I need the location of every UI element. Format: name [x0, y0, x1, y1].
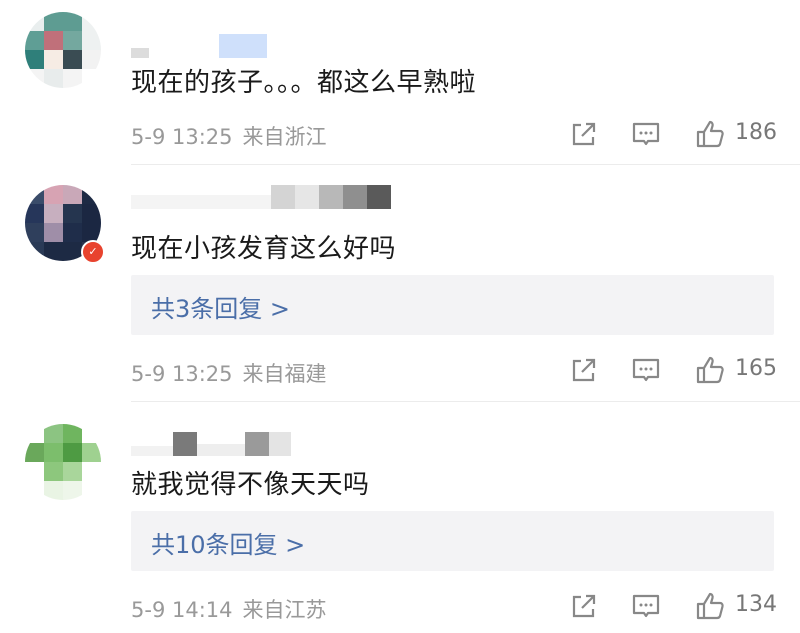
comment-text: 现在的孩子。。。都这么早熟啦	[131, 68, 477, 98]
comment-date: 5-9 13:25	[131, 125, 233, 149]
share-icon[interactable]	[568, 118, 600, 150]
verified-badge-icon: ✓	[81, 240, 105, 264]
comment-actions: 186	[568, 118, 788, 150]
thumbs-up-icon[interactable]	[694, 354, 726, 386]
comment-meta: 5-9 13:25 来自浙江	[131, 121, 327, 151]
username-redacted[interactable]	[131, 432, 291, 456]
like-count: 165	[735, 356, 777, 381]
like-count: 134	[735, 592, 777, 617]
comment-item: ✓ 现在小孩发育这么好吗 共3条回复 > 5-9 13:25 来自福建 165	[0, 165, 800, 402]
view-replies-button[interactable]: 共10条回复 >	[131, 511, 774, 571]
comment-icon[interactable]	[630, 354, 662, 386]
thumbs-up-icon[interactable]	[694, 118, 726, 150]
comment-actions: 165	[568, 354, 788, 386]
comment-date: 5-9 13:25	[131, 362, 233, 386]
username-redacted[interactable]	[131, 34, 267, 58]
avatar[interactable]	[25, 12, 101, 88]
comment-date: 5-9 14:14	[131, 598, 233, 622]
comment-icon[interactable]	[630, 118, 662, 150]
comment-meta: 5-9 13:25 来自福建	[131, 358, 327, 388]
replies-label: 共3条回复 >	[151, 295, 291, 323]
comment-meta: 5-9 14:14 来自江苏	[131, 594, 327, 624]
avatar-mosaic	[25, 424, 101, 500]
like-count: 186	[735, 120, 777, 145]
comment-location: 来自浙江	[242, 125, 327, 149]
replies-label: 共10条回复 >	[151, 531, 306, 559]
comment-location: 来自江苏	[242, 598, 327, 622]
comment-text: 现在小孩发育这么好吗	[131, 234, 397, 264]
comment-item: 现在的孩子。。。都这么早熟啦 5-9 13:25 来自浙江 186	[0, 0, 800, 165]
view-replies-button[interactable]: 共3条回复 >	[131, 275, 774, 335]
comment-location: 来自福建	[242, 362, 327, 386]
comment-text: 就我觉得不像天天吗	[131, 470, 370, 500]
avatar[interactable]	[25, 424, 101, 500]
thumbs-up-icon[interactable]	[694, 590, 726, 622]
share-icon[interactable]	[568, 590, 600, 622]
share-icon[interactable]	[568, 354, 600, 386]
comment-item: 就我觉得不像天天吗 共10条回复 > 5-9 14:14 来自江苏 134	[0, 402, 800, 633]
comment-icon[interactable]	[630, 590, 662, 622]
comment-actions: 134	[568, 590, 788, 622]
avatar-mosaic	[25, 12, 101, 88]
username-redacted[interactable]	[131, 185, 391, 209]
